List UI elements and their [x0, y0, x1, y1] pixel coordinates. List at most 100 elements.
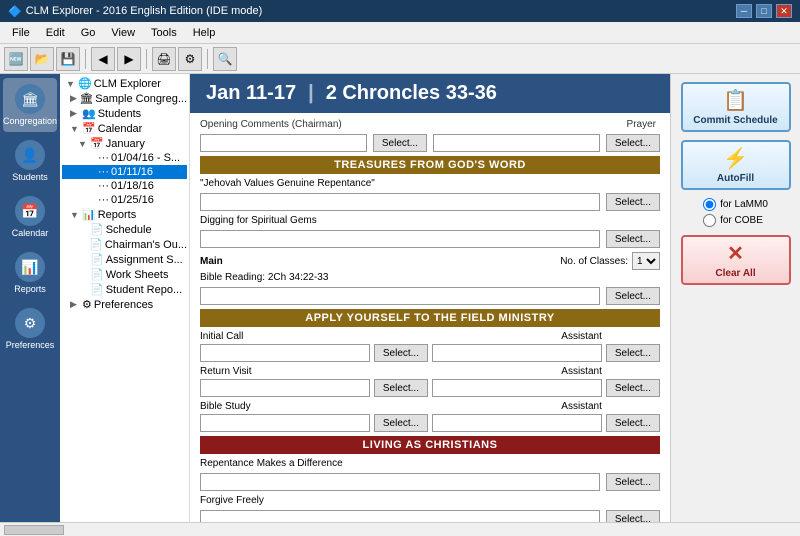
toolbar-settings[interactable]: ⚙ — [178, 47, 202, 71]
initial-call-assistant-select[interactable]: Select... — [606, 344, 660, 362]
menu-tools[interactable]: Tools — [143, 25, 185, 41]
opening-comments-input-row: Select... Select... — [200, 134, 660, 152]
tree-item-week1[interactable]: ··· 01/04/16 - S... — [62, 151, 187, 165]
return-visit-select[interactable]: Select... — [374, 379, 428, 397]
radio-cobe[interactable]: for COBE — [703, 214, 768, 227]
menu-help[interactable]: Help — [185, 25, 224, 41]
initial-call-assistant-input[interactable] — [432, 344, 602, 362]
initial-call-select[interactable]: Select... — [374, 344, 428, 362]
tree-item-clm[interactable]: ▼ 🌐 CLM Explorer — [62, 76, 187, 91]
opening-comments-input[interactable] — [200, 134, 367, 152]
tree-item-congregation[interactable]: ▶ 🏛 Sample Congreg... — [62, 91, 187, 106]
toolbar-back[interactable]: ◀ — [91, 47, 115, 71]
bible-study-select[interactable]: Select... — [374, 414, 428, 432]
toolbar-forward[interactable]: ▶ — [117, 47, 141, 71]
initial-call-row: Initial Call Select... Assistant Select.… — [200, 331, 660, 362]
toolbar-print[interactable]: 🖨 — [152, 47, 176, 71]
tree-icon-students: 👥 — [82, 107, 96, 120]
tree-item-schedule[interactable]: 📄 Schedule — [62, 222, 187, 237]
tree-item-week2[interactable]: ··· 01/11/16 — [62, 165, 187, 179]
tree-item-preferences[interactable]: ▶ ⚙ Preferences — [62, 297, 187, 312]
commit-schedule-button[interactable]: 📋 Commit Schedule — [681, 82, 791, 132]
sidebar-item-calendar[interactable]: 📅 Calendar — [3, 190, 57, 244]
no-classes-row: Main No. of Classes: 1 2 — [200, 252, 660, 270]
tree-item-worksheets[interactable]: 📄 Work Sheets — [62, 267, 187, 282]
sidebar-item-students[interactable]: 👤 Students — [3, 134, 57, 188]
tree-icon-reports: 📊 — [82, 208, 96, 221]
tree-item-chairmans-outline[interactable]: 📄 Chairman's Ou... — [62, 237, 187, 252]
toolbar-search[interactable]: 🔍 — [213, 47, 237, 71]
radio-lammo[interactable]: for LaMM0 — [703, 198, 768, 211]
radio-cobe-input[interactable] — [703, 214, 716, 227]
bible-reading-input[interactable] — [200, 287, 600, 305]
tree-item-assignment-slip[interactable]: 📄 Assignment S... — [62, 252, 187, 267]
return-visit-assistant-select[interactable]: Select... — [606, 379, 660, 397]
initial-call-input[interactable] — [200, 344, 370, 362]
autofill-icon: ⚡ — [723, 146, 748, 171]
tree-item-students[interactable]: ▶ 👥 Students — [62, 106, 187, 121]
treasures-item2-input[interactable] — [200, 230, 600, 248]
close-button[interactable]: ✕ — [776, 4, 792, 18]
tree-item-calendar[interactable]: ▼ 📅 Calendar — [62, 121, 187, 136]
sidebar-item-preferences[interactable]: ⚙ Preferences — [3, 302, 57, 356]
tree-icon-ws: 📄 — [90, 268, 104, 281]
menu-edit[interactable]: Edit — [38, 25, 73, 41]
autofill-button[interactable]: ⚡ AutoFill — [681, 140, 791, 190]
sidebar-item-congregation[interactable]: 🏛 Congregation — [3, 78, 57, 132]
return-visit-assistant-input[interactable] — [432, 379, 602, 397]
minimize-button[interactable]: ─ — [736, 4, 752, 18]
toolbar-separator-1 — [85, 49, 86, 69]
treasures-item2-select[interactable]: Select... — [606, 230, 660, 248]
toolbar-open[interactable]: 📂 — [30, 47, 54, 71]
content-area: Jan 11-17 | 2 Chroncles 33-36 Opening Co… — [190, 74, 800, 522]
living-item1-select[interactable]: Select... — [606, 473, 660, 491]
tree-item-week3[interactable]: ··· 01/18/16 — [62, 179, 187, 193]
living-item2-label-row: Forgive Freely — [200, 495, 660, 506]
bible-reading-select[interactable]: Select... — [606, 287, 660, 305]
tree-item-week4[interactable]: ··· 01/25/16 — [62, 193, 187, 207]
expand-icon: ▶ — [70, 93, 77, 104]
opening-comments-select[interactable]: Select... — [373, 134, 427, 152]
tree-icon-week4: ··· — [98, 194, 109, 206]
menu-go[interactable]: Go — [73, 25, 104, 41]
tree-item-january[interactable]: ▼ 📅 January — [62, 136, 187, 151]
bible-reading-label: Bible Reading: 2Ch 34:22-33 — [200, 272, 328, 283]
bible-study-assistant-select[interactable]: Select... — [606, 414, 660, 432]
prayer-input[interactable] — [433, 134, 600, 152]
bible-study-assistant-input[interactable] — [432, 414, 602, 432]
return-visit-input[interactable] — [200, 379, 370, 397]
prayer-select[interactable]: Select... — [606, 134, 660, 152]
main-layout: 🏛 Congregation 👤 Students 📅 Calendar 📊 R… — [0, 74, 800, 522]
scroll-thumb[interactable] — [4, 525, 64, 535]
sidebar-item-reports[interactable]: 📊 Reports — [3, 246, 57, 300]
reports-icon: 📊 — [15, 252, 45, 282]
no-classes-select[interactable]: 1 2 — [632, 252, 660, 270]
menu-file[interactable]: File — [4, 25, 38, 41]
living-item1-input[interactable] — [200, 473, 600, 491]
maximize-button[interactable]: □ — [756, 4, 772, 18]
assistant-label-1: Assistant — [432, 331, 602, 342]
living-item2-select[interactable]: Select... — [606, 510, 660, 522]
toolbar-save[interactable]: 💾 — [56, 47, 80, 71]
window-title: CLM Explorer - 2016 English Edition (IDE… — [26, 5, 263, 17]
treasures-item1-input[interactable] — [200, 193, 600, 211]
tree-item-reports[interactable]: ▼ 📊 Reports — [62, 207, 187, 222]
app-icon: 🔷 — [8, 5, 22, 18]
tree-item-student-reports[interactable]: 📄 Student Repo... — [62, 282, 187, 297]
clear-all-button[interactable]: ✕ Clear All — [681, 235, 791, 285]
treasures-item1-select[interactable]: Select... — [606, 193, 660, 211]
tree-icon-week3: ··· — [98, 180, 109, 192]
living-item2-input[interactable] — [200, 510, 600, 522]
sidebar-icons: 🏛 Congregation 👤 Students 📅 Calendar 📊 R… — [0, 74, 60, 522]
tree-icon-co: 📄 — [89, 238, 103, 251]
autofill-options: for LaMM0 for COBE — [703, 198, 768, 227]
menu-view[interactable]: View — [103, 25, 143, 41]
treasures-item1-input-row: Select... — [200, 193, 660, 211]
toolbar-new[interactable]: 🆕 — [4, 47, 28, 71]
radio-lammo-input[interactable] — [703, 198, 716, 211]
horizontal-scrollbar[interactable] — [0, 522, 800, 536]
tree-icon-calendar: 📅 — [82, 122, 96, 135]
bible-study-input[interactable] — [200, 414, 370, 432]
treasures-item2-input-row: Select... — [200, 230, 660, 248]
tree-icon-preferences: ⚙ — [82, 298, 92, 311]
